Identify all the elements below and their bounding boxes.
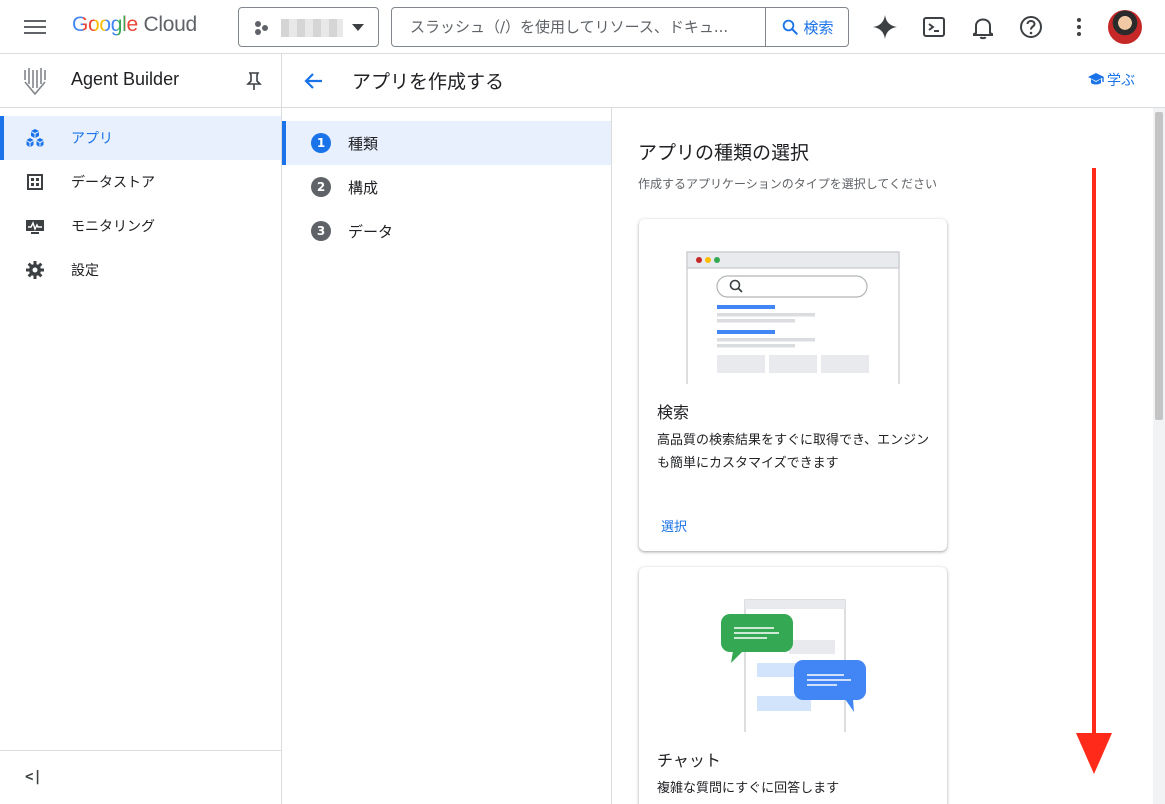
search-input[interactable] (392, 8, 765, 46)
search-button[interactable]: 検索 (765, 8, 849, 46)
search-icon (783, 19, 799, 35)
search-box: 検索 (391, 7, 849, 47)
learn-link[interactable]: 学ぶ (1087, 70, 1135, 90)
sidebar-item-label: アプリ (71, 131, 113, 147)
project-name-redacted (281, 19, 343, 37)
notifications-icon[interactable] (970, 14, 996, 40)
project-icon (255, 20, 271, 36)
content-title: アプリの種類の選択 (638, 142, 810, 164)
content-scrollbar[interactable] (1153, 108, 1165, 804)
card-description: 高品質の検索結果をすぐに取得でき、エンジンも簡単にカスタマイズできます (657, 433, 930, 471)
monitoring-icon (26, 220, 44, 234)
agent-builder-logo-icon (24, 68, 46, 96)
product-header: Agent Builder (0, 54, 281, 108)
back-arrow-icon[interactable] (302, 69, 326, 93)
step-configuration[interactable]: 2 構成 (282, 165, 611, 209)
sidebar-item-label: モニタリング (71, 219, 155, 235)
collapse-sidebar-icon[interactable]: <| (25, 769, 42, 785)
google-cloud-logo[interactable]: Google Cloud (72, 13, 197, 37)
card-title: 検索 (657, 403, 690, 422)
logo-cloud: Cloud (143, 13, 197, 36)
step-number: 3 (311, 221, 331, 241)
learn-label: 学ぶ (1107, 73, 1135, 89)
step-type[interactable]: 1 種類 (282, 121, 611, 165)
sidebar-item-apps[interactable]: アプリ (0, 116, 281, 160)
account-avatar[interactable] (1108, 10, 1142, 44)
app-type-card-search[interactable]: 検索 高品質の検索結果をすぐに取得でき、エンジンも簡単にカスタマイズできます 選… (639, 219, 947, 551)
data-store-icon (27, 174, 43, 190)
gemini-spark-icon[interactable] (872, 14, 898, 40)
product-name: Agent Builder (71, 69, 180, 89)
project-picker[interactable] (238, 7, 379, 47)
sidebar-item-data-stores[interactable]: データストア (0, 160, 281, 204)
more-vert-icon[interactable] (1066, 14, 1092, 40)
content-subtitle: 作成するアプリケーションのタイプを選択してください (638, 177, 938, 191)
step-number: 2 (311, 177, 331, 197)
scrollbar-thumb[interactable] (1155, 112, 1163, 420)
card-title: チャット (657, 751, 721, 770)
top-bar: Google Cloud 検索 (0, 0, 1165, 54)
logo-google: Google (72, 13, 138, 36)
pin-icon[interactable] (245, 71, 263, 91)
create-app-stepper: 1 種類 2 構成 3 データ (282, 108, 612, 804)
step-number: 1 (311, 133, 331, 153)
chevron-down-icon (352, 24, 364, 31)
help-icon[interactable] (1018, 14, 1044, 40)
step-data[interactable]: 3 データ (282, 209, 611, 253)
cloud-shell-icon[interactable] (921, 14, 947, 40)
page-header: アプリを作成する 学ぶ (282, 54, 1165, 108)
search-illustration (686, 251, 900, 384)
search-button-label: 検索 (803, 18, 834, 37)
sidebar-footer: <| (0, 750, 281, 804)
step-label: 構成 (348, 179, 379, 197)
sidebar-item-monitoring[interactable]: モニタリング (0, 204, 281, 248)
sidebar-nav: アプリ データストア モニタリング 設定 (0, 108, 281, 292)
sidebar-item-label: データストア (71, 175, 155, 191)
step-label: 種類 (348, 135, 379, 153)
sidebar-item-label: 設定 (71, 263, 99, 279)
menu-icon[interactable] (24, 17, 46, 37)
app-type-card-chat[interactable]: チャット 複雑な質問にすぐに回答します (639, 567, 947, 804)
settings-gear-icon (26, 261, 44, 279)
page-title: アプリを作成する (352, 71, 505, 93)
left-sidebar: Agent Builder アプリ データストア モニタリング 設定 <| (0, 54, 282, 804)
apps-cubes-icon (26, 129, 44, 147)
chat-illustration (721, 599, 866, 732)
scroll-down-annotation-arrow (1076, 168, 1112, 774)
step-label: データ (348, 223, 394, 241)
card-description: 複雑な質問にすぐに回答します (657, 781, 840, 796)
school-icon (1088, 73, 1104, 85)
sidebar-item-settings[interactable]: 設定 (0, 248, 281, 292)
select-button[interactable]: 選択 (661, 516, 687, 535)
